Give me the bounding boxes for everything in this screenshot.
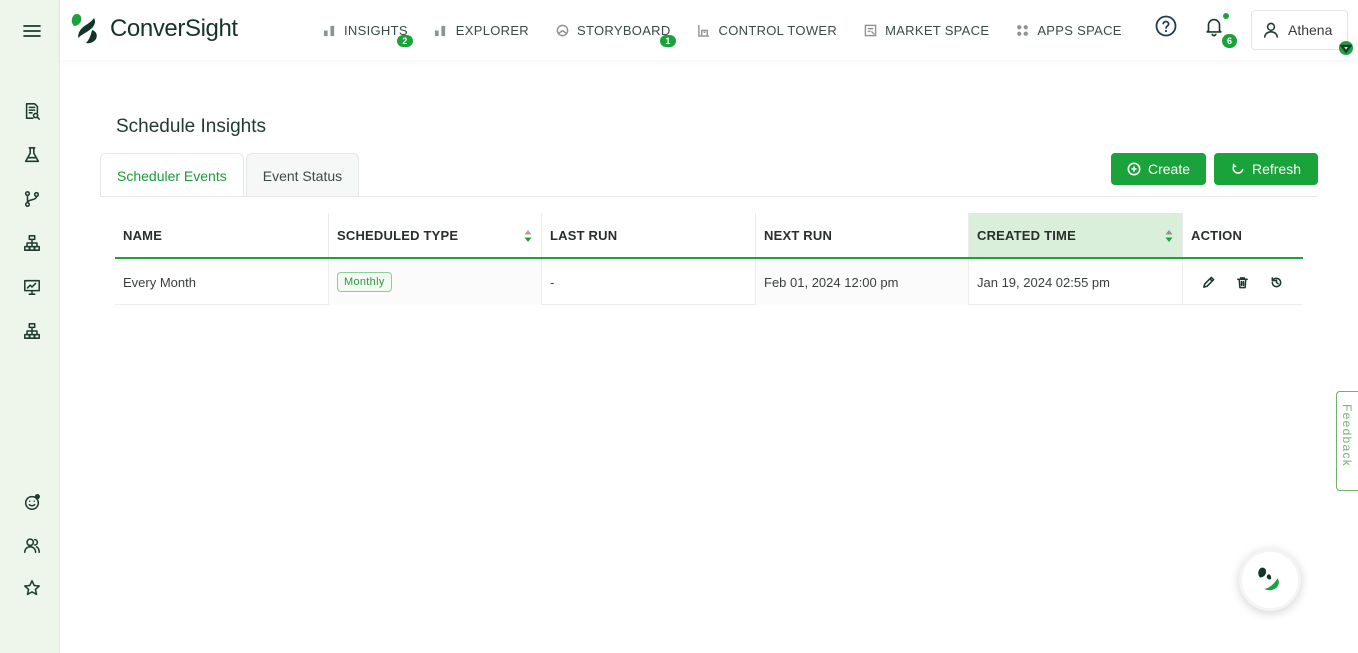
user-icon xyxy=(1263,22,1279,38)
nav-storyboard-label: STORYBOARD xyxy=(577,22,671,38)
chevron-down-icon[interactable] xyxy=(1339,41,1353,55)
nav-market-space-label: MARKET SPACE xyxy=(885,22,990,38)
trash-icon[interactable] xyxy=(1233,273,1251,291)
nav-control-tower-label: CONTROL TOWER xyxy=(718,22,838,38)
history-icon[interactable] xyxy=(1267,273,1285,291)
cell-created-time: Jan 19, 2024 02:55 pm xyxy=(969,259,1183,305)
table-header: NAME SCHEDULED TYPE LAST RUN NEXT RUN CR… xyxy=(115,213,1303,259)
column-header-last-run[interactable]: LAST RUN xyxy=(542,213,756,257)
column-header-label: NAME xyxy=(123,227,163,243)
nav-storyboard[interactable]: STORYBOARD 1 xyxy=(555,0,676,60)
column-header-scheduled-type[interactable]: SCHEDULED TYPE xyxy=(329,213,542,257)
column-header-next-run[interactable]: NEXT RUN xyxy=(756,213,969,257)
hamburger-icon[interactable] xyxy=(18,17,46,45)
report-search-icon[interactable] xyxy=(18,97,46,125)
sort-icon[interactable] xyxy=(524,229,532,243)
nav-explorer[interactable]: EXPLORER xyxy=(434,0,529,60)
bar-chart-icon xyxy=(434,23,448,37)
nav-explorer-label: EXPLORER xyxy=(455,22,529,38)
notification-count-badge: 6 xyxy=(1222,34,1237,48)
create-button[interactable]: Create xyxy=(1111,153,1206,185)
user-menu[interactable]: Athena xyxy=(1251,10,1353,55)
notification-dot xyxy=(1223,13,1229,19)
nav-insights[interactable]: INSIGHTS 2 xyxy=(322,0,413,60)
refresh-button[interactable]: Refresh xyxy=(1214,153,1318,185)
assistant-logo-icon xyxy=(1258,567,1279,591)
feedback-label: Feedback xyxy=(1340,404,1354,468)
hierarchy-icon[interactable] xyxy=(18,229,46,257)
smiley-icon[interactable] xyxy=(18,488,46,516)
apps-grid-icon xyxy=(1015,23,1029,37)
flask-icon[interactable] xyxy=(18,141,46,169)
pie-chart-icon xyxy=(555,23,569,37)
nav-market-space[interactable]: MARKET SPACE xyxy=(863,0,989,60)
cell-name: Every Month xyxy=(115,259,329,305)
nav-insights-label: INSIGHTS xyxy=(344,22,408,38)
column-header-action: ACTION xyxy=(1183,213,1303,257)
plus-circle-icon xyxy=(1127,162,1141,176)
tab-scheduler-events[interactable]: Scheduler Events xyxy=(100,153,244,197)
edit-icon[interactable] xyxy=(1199,273,1217,291)
tab-bar: Scheduler Events Event Status xyxy=(100,153,361,197)
column-header-label: LAST RUN xyxy=(550,227,618,243)
nav-apps-space[interactable]: APPS SPACE xyxy=(1015,0,1121,60)
users-icon[interactable] xyxy=(18,531,46,559)
nav-storyboard-badge: 1 xyxy=(660,35,676,47)
bar-chart-icon xyxy=(322,23,336,37)
left-sidebar xyxy=(0,0,60,653)
column-header-label: SCHEDULED TYPE xyxy=(337,227,459,243)
nav-insights-badge: 2 xyxy=(397,35,413,47)
column-header-label: CREATED TIME xyxy=(977,227,1076,243)
logo-icon xyxy=(68,12,104,46)
star-icon[interactable] xyxy=(18,574,46,602)
refresh-icon xyxy=(1232,163,1244,174)
feedback-tab[interactable]: Feedback xyxy=(1336,391,1358,491)
assistant-chat-button[interactable] xyxy=(1239,549,1301,611)
market-icon xyxy=(863,23,877,37)
nav-control-tower[interactable]: CONTROL TOWER xyxy=(697,0,838,60)
help-icon[interactable] xyxy=(1154,14,1178,38)
cell-scheduled-type: Monthly xyxy=(329,259,542,305)
schedule-table: NAME SCHEDULED TYPE LAST RUN NEXT RUN CR… xyxy=(115,213,1303,305)
status-badge: Monthly xyxy=(337,272,392,292)
create-button-label: Create xyxy=(1147,161,1191,177)
git-branch-icon[interactable] xyxy=(18,185,46,213)
table-row[interactable]: Every Month Monthly - Feb 01, 2024 12:00… xyxy=(115,259,1303,305)
column-header-label: ACTION xyxy=(1191,227,1243,243)
tower-icon xyxy=(697,23,711,37)
presentation-chart-icon[interactable] xyxy=(18,273,46,301)
sort-icon[interactable] xyxy=(1165,229,1173,243)
cell-actions xyxy=(1183,259,1303,305)
column-header-name[interactable]: NAME xyxy=(115,213,329,257)
organization-icon[interactable] xyxy=(18,317,46,345)
top-bar: ConverSight INSIGHTS 2 EXPLORER STORYBOA… xyxy=(60,0,1358,60)
cell-last-run: - xyxy=(542,259,756,305)
app-root: ConverSight INSIGHTS 2 EXPLORER STORYBOA… xyxy=(0,0,1358,653)
nav-apps-space-label: APPS SPACE xyxy=(1037,22,1122,38)
main-nav: INSIGHTS 2 EXPLORER STORYBOARD 1 CONTROL… xyxy=(322,0,1148,60)
tab-event-status[interactable]: Event Status xyxy=(245,153,360,197)
page-title: Schedule Insights xyxy=(116,116,266,137)
column-header-label: NEXT RUN xyxy=(764,227,833,243)
cell-next-run: Feb 01, 2024 12:00 pm xyxy=(756,259,969,305)
user-name: Athena xyxy=(1288,22,1333,38)
logo[interactable]: ConverSight xyxy=(68,12,238,46)
logo-text: ConverSight xyxy=(110,15,238,42)
column-header-created-time[interactable]: CREATED TIME xyxy=(969,213,1183,257)
tab-divider xyxy=(100,196,1318,197)
refresh-button-label: Refresh xyxy=(1251,161,1302,177)
